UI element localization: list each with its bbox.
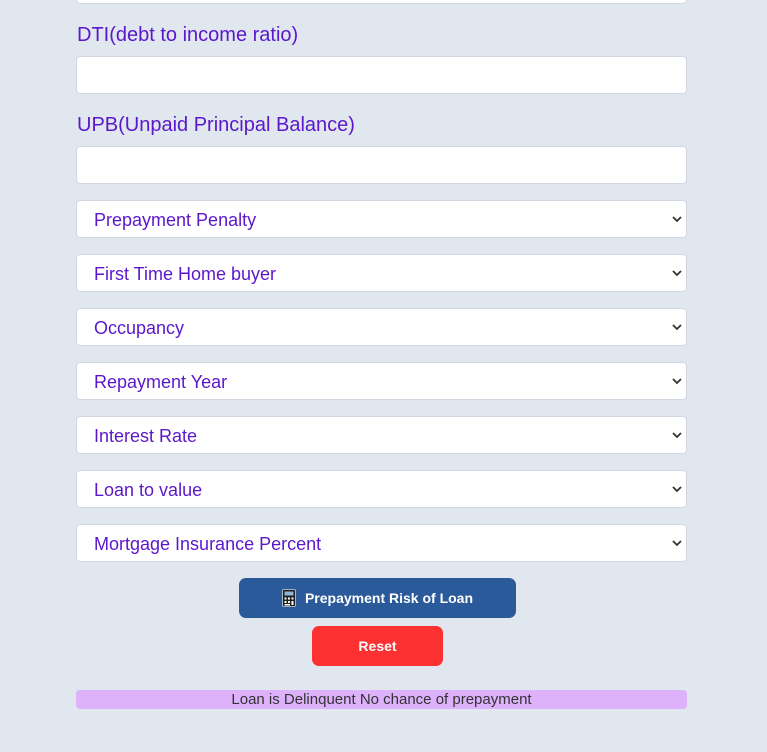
upb-label: UPB(Unpaid Principal Balance)	[77, 114, 355, 136]
chevron-down-icon	[672, 540, 682, 547]
loan-form-page: DTI(debt to income ratio) UPB(Unpaid Pri…	[0, 0, 767, 752]
reset-button[interactable]: Reset	[312, 626, 443, 666]
occupancy-select[interactable]: Occupancy	[76, 308, 687, 346]
prepayment-penalty-value: Prepayment Penalty	[94, 210, 257, 230]
repayment-year-select[interactable]: Repayment Year	[76, 362, 687, 400]
chevron-down-icon	[672, 324, 682, 331]
result-banner: Loan is Delinquent No chance of prepayme…	[76, 690, 687, 709]
chevron-down-icon	[672, 270, 682, 277]
mortgage-insurance-percent-select[interactable]: Mortgage Insurance Percent	[76, 524, 687, 562]
chevron-down-icon	[672, 432, 682, 439]
interest-rate-select[interactable]: Interest Rate	[76, 416, 687, 454]
prepayment-risk-button-label: Prepayment Risk of Loan	[304, 590, 474, 606]
calculator-icon	[282, 589, 296, 607]
occupancy-value: Occupancy	[94, 318, 185, 338]
first-time-home-buyer-select[interactable]: First Time Home buyer	[76, 254, 687, 292]
upb-input[interactable]	[76, 146, 687, 184]
chevron-down-icon	[672, 486, 682, 493]
dti-input[interactable]	[76, 56, 687, 94]
loan-to-value-select[interactable]: Loan to value	[76, 470, 687, 508]
chevron-down-icon	[672, 378, 682, 385]
chevron-down-icon	[672, 216, 682, 223]
previous-input-field[interactable]	[76, 0, 687, 4]
reset-button-label: Reset	[358, 638, 397, 654]
mortgage-insurance-percent-value: Mortgage Insurance Percent	[94, 534, 322, 554]
prepayment-risk-button[interactable]: Prepayment Risk of Loan	[239, 578, 516, 618]
repayment-year-value: Repayment Year	[94, 372, 228, 392]
result-message: Loan is Delinquent No chance of prepayme…	[231, 691, 532, 708]
loan-to-value-value: Loan to value	[94, 480, 203, 500]
prepayment-penalty-select[interactable]: Prepayment Penalty	[76, 200, 687, 238]
dti-label: DTI(debt to income ratio)	[77, 24, 299, 46]
interest-rate-value: Interest Rate	[94, 426, 198, 446]
first-time-home-buyer-value: First Time Home buyer	[94, 264, 277, 284]
